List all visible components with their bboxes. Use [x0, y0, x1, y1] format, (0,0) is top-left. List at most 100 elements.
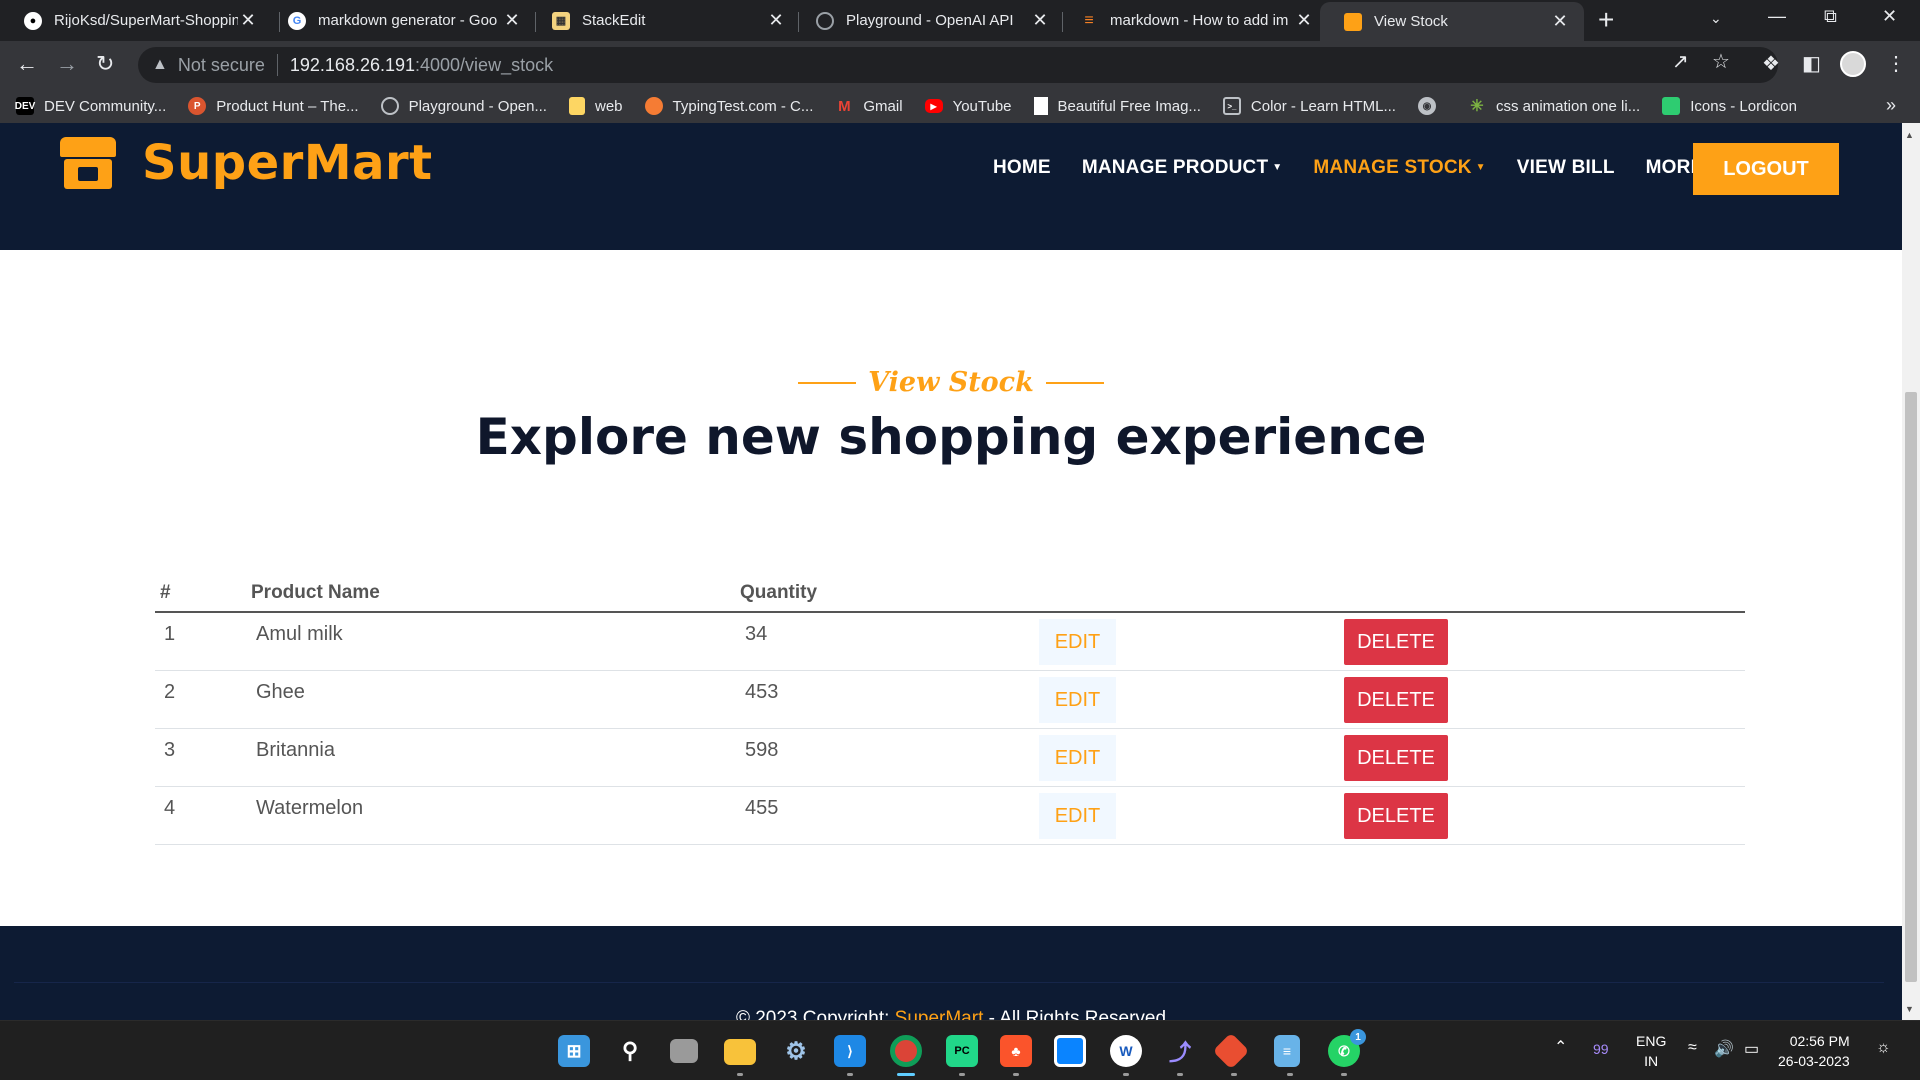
delete-button[interactable]: DELETE	[1344, 619, 1448, 665]
shop-icon	[1344, 12, 1362, 31]
tab-title: RijoKsd/SuperMart-Shopping	[54, 12, 238, 29]
nav-manage-stock[interactable]: MANAGE STOCK ▼	[1313, 157, 1485, 179]
close-tab-icon[interactable]: ✕	[766, 10, 786, 31]
logout-button[interactable]: LOGOUT	[1693, 143, 1839, 195]
nav-manage-product[interactable]: MANAGE PRODUCT ▼	[1082, 157, 1283, 179]
pycharm-icon[interactable]: PC	[946, 1035, 978, 1067]
back-arrow-icon[interactable]: ←	[16, 51, 38, 77]
tab-title: StackEdit	[582, 12, 646, 29]
close-tab-icon[interactable]: ✕	[238, 10, 258, 31]
edit-button[interactable]: EDIT	[1039, 793, 1116, 839]
browser-tab[interactable]: ▦ StackEdit ✕	[528, 0, 800, 41]
task-view-icon[interactable]	[670, 1039, 698, 1063]
scroll-up-arrow-icon[interactable]: ▲	[1905, 130, 1914, 140]
tab-title: Playground - OpenAI API	[846, 12, 1014, 29]
delete-button[interactable]: DELETE	[1344, 677, 1448, 723]
language-indicator[interactable]: ENG IN	[1636, 1031, 1666, 1071]
edit-button[interactable]: EDIT	[1039, 735, 1116, 781]
bookmark-item[interactable]: Beautiful Free Imag...	[1033, 97, 1201, 115]
clock[interactable]: 02:56 PM 26-03-2023	[1778, 1031, 1850, 1071]
youtube-icon: ▶	[924, 99, 943, 113]
tab-search-icon[interactable]: ⌄	[1710, 10, 1722, 27]
footer-brand-link[interactable]: SuperMart	[895, 1008, 984, 1020]
git-icon[interactable]	[1212, 1032, 1250, 1070]
browser-tab[interactable]: G markdown generator - Goo ✕	[264, 0, 536, 41]
nav-home[interactable]: HOME	[993, 157, 1051, 179]
warning-icon[interactable]: ▲	[152, 56, 168, 74]
chevron-up-icon[interactable]: ⌃	[1554, 1037, 1567, 1057]
close-tab-icon[interactable]: ✕	[1030, 10, 1050, 31]
browser-tab-active[interactable]: View Stock ✕	[1320, 2, 1584, 41]
bookmark-item[interactable]: ◉	[1417, 97, 1446, 115]
bookmark-item[interactable]: web	[568, 97, 623, 115]
quantity: 455	[745, 797, 779, 819]
bookmark-item[interactable]: TypingTest.com - C...	[644, 97, 813, 115]
bookmark-item[interactable]: Playground - Open...	[380, 97, 547, 115]
windows-taskbar: ⊞ ⚲ ⚙ ⟩ PC ♣ W ⤴ ≡ ✆ 1 ⌃ 99 ENG IN ≈ 🔊 ▭…	[0, 1020, 1920, 1080]
forward-arrow-icon[interactable]: →	[56, 51, 78, 77]
bookmark-item[interactable]: P Product Hunt – The...	[188, 97, 359, 115]
bookmark-item[interactable]: DEV DEV Community...	[15, 97, 166, 115]
chrome-icon[interactable]	[890, 1035, 922, 1067]
battery-icon[interactable]: ▭	[1744, 1039, 1759, 1059]
dolphin-app-icon[interactable]: ⤴	[1164, 1035, 1196, 1067]
bookmark-item[interactable]: M Gmail	[835, 97, 902, 115]
product-name: Watermelon	[256, 797, 364, 819]
edit-button[interactable]: EDIT	[1039, 677, 1116, 723]
browser-tab[interactable]: Playground - OpenAI API ✕	[792, 0, 1064, 41]
delete-button[interactable]: DELETE	[1344, 735, 1448, 781]
bookmark-item[interactable]: ▶ YouTube	[924, 98, 1012, 115]
restore-button[interactable]: ⧉	[1824, 6, 1837, 27]
nav-view-bill[interactable]: VIEW BILL	[1517, 157, 1615, 179]
divider-line	[798, 381, 857, 384]
share-icon[interactable]: ↗	[1672, 49, 1689, 74]
site-footer: © 2023 Copyright: SuperMart - All Rights…	[0, 926, 1902, 1020]
close-tab-icon[interactable]: ✕	[1294, 10, 1314, 31]
windows-app-icon[interactable]	[1054, 1035, 1086, 1067]
producthunt-icon: P	[188, 97, 207, 115]
extensions-icon[interactable]: ❖	[1762, 51, 1780, 76]
bookmark-star-icon[interactable]: ☆	[1712, 49, 1730, 74]
bookmark-item[interactable]: Icons - Lordicon	[1662, 97, 1797, 115]
profile-avatar[interactable]	[1840, 51, 1866, 77]
tray-badge[interactable]: 99	[1593, 1041, 1609, 1057]
word-icon[interactable]: W	[1110, 1035, 1142, 1067]
column-header-number: #	[160, 582, 171, 603]
notification-icon[interactable]: ☼	[1876, 1039, 1891, 1057]
bookmark-item[interactable]: ✳ css animation one li...	[1468, 97, 1640, 116]
file-explorer-icon[interactable]	[724, 1039, 756, 1065]
brave-icon[interactable]: ♣	[1000, 1035, 1032, 1067]
wifi-icon[interactable]: ≈	[1688, 1039, 1697, 1057]
scrollbar-thumb[interactable]	[1905, 392, 1917, 982]
volume-icon[interactable]: 🔊	[1714, 1039, 1734, 1059]
row-number: 2	[164, 681, 176, 703]
address-bar[interactable]: ▲ Not secure 192.168.26.191:4000/view_st…	[138, 47, 1778, 83]
reload-icon[interactable]: ↻	[96, 51, 114, 77]
close-tab-icon[interactable]: ✕	[502, 10, 522, 31]
vscode-icon[interactable]: ⟩	[834, 1035, 866, 1067]
windows-start-icon[interactable]: ⊞	[558, 1035, 590, 1067]
site-logo[interactable]: SuperMart	[60, 135, 433, 191]
globe-icon: ◉	[1417, 97, 1436, 115]
bookmark-item[interactable]: >_ Color - Learn HTML...	[1222, 97, 1396, 115]
security-label[interactable]: Not secure	[178, 55, 265, 76]
edit-button[interactable]: EDIT	[1039, 619, 1116, 665]
settings-gear-icon[interactable]: ⚙	[780, 1035, 812, 1067]
table-row: 4 Watermelon 455 EDIT DELETE	[155, 787, 1745, 845]
side-panel-icon[interactable]: ◧	[1802, 51, 1821, 76]
close-tab-icon[interactable]: ✕	[1550, 11, 1570, 32]
search-icon[interactable]: ⚲	[614, 1035, 646, 1067]
github-icon: ●	[24, 11, 42, 30]
browser-tab[interactable]: ● RijoKsd/SuperMart-Shopping ✕	[0, 0, 272, 41]
new-tab-button[interactable]: +	[1598, 4, 1614, 36]
delete-button[interactable]: DELETE	[1344, 793, 1448, 839]
scroll-down-arrow-icon[interactable]: ▼	[1905, 1004, 1914, 1014]
notification-badge: 1	[1350, 1029, 1366, 1045]
browser-tab[interactable]: ≡ markdown - How to add im ✕	[1056, 0, 1328, 41]
notepad-icon[interactable]: ≡	[1274, 1035, 1300, 1067]
more-bookmarks-icon[interactable]: »	[1886, 95, 1896, 116]
menu-kebab-icon[interactable]: ⋮	[1886, 51, 1906, 76]
window-close-button[interactable]: ✕	[1882, 6, 1897, 27]
stock-table: # Product Name Quantity 1 Amul milk 34 E…	[155, 571, 1745, 845]
minimize-button[interactable]: —	[1768, 6, 1786, 27]
